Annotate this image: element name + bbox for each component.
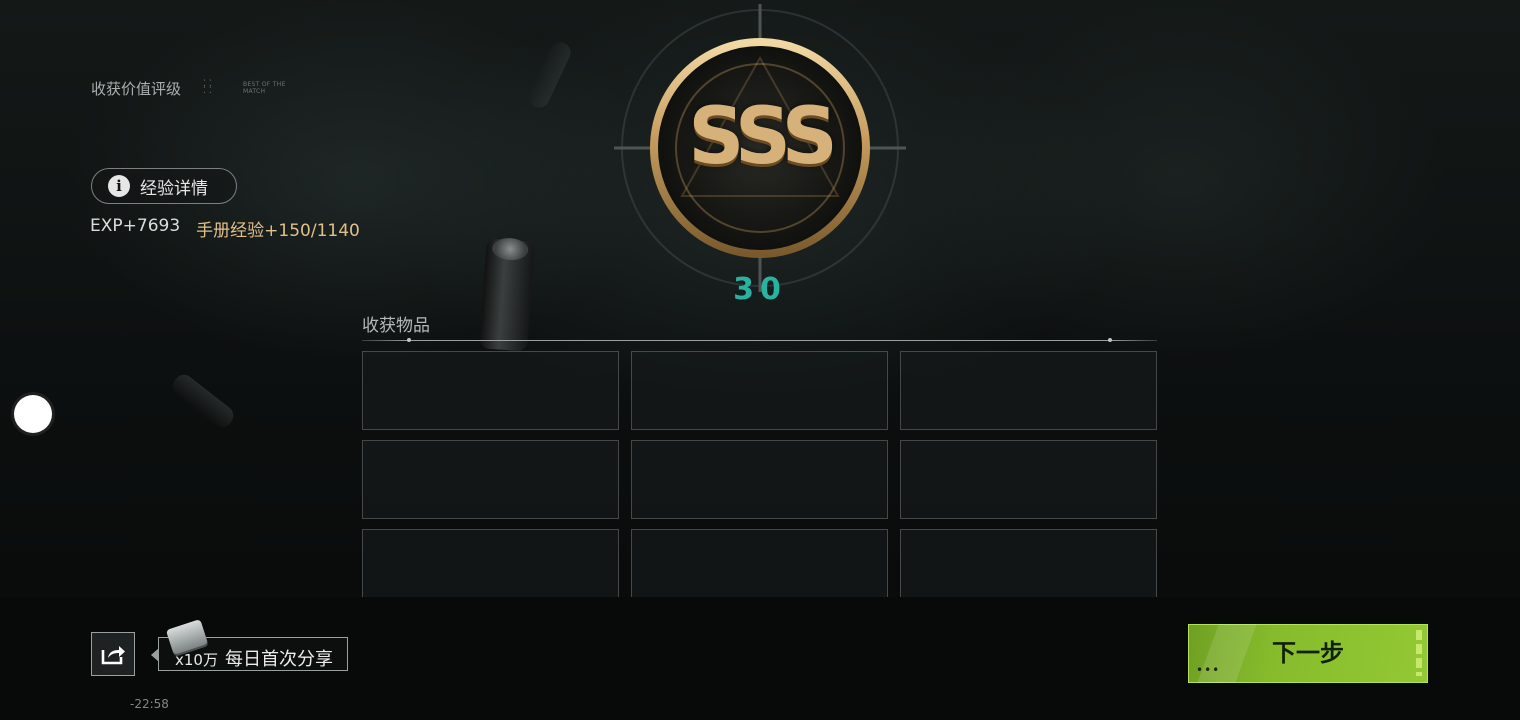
next-step-button[interactable]: 下一步 ••• [1188, 624, 1428, 683]
loot-slot[interactable] [900, 351, 1157, 430]
debris-decoration [526, 39, 574, 111]
loot-title: 收获物品 [362, 316, 430, 336]
reward-amount: x10万 [175, 651, 218, 669]
bullet-shell-decoration [479, 238, 535, 352]
loot-slot[interactable] [362, 440, 619, 519]
rating-label: 收获价值评级 [91, 80, 182, 98]
loot-slot[interactable] [362, 529, 619, 597]
next-step-label: 下一步 [1272, 639, 1344, 667]
handbook-exp: 手册经验+150/1140 [196, 221, 360, 241]
clock-text: -22:58 [130, 697, 169, 711]
exp-summary: EXP+7693 手册经验+150/1140 [90, 216, 360, 241]
corner-marks-icon: ⁚⁚ ⁚⁚ [203, 79, 215, 96]
floating-assistive-button[interactable] [14, 395, 52, 433]
loot-divider [362, 338, 1157, 342]
info-icon: i [108, 175, 130, 197]
loot-slot[interactable] [900, 529, 1157, 597]
stripe-decoration [1416, 630, 1422, 676]
share-icon [101, 646, 125, 665]
best-of-match-text: BEST OF THE MATCH [243, 81, 286, 95]
loot-slot[interactable] [900, 440, 1157, 519]
loot-slot[interactable] [631, 440, 888, 519]
share-reward-tip: x10万 每日首次分享 [151, 619, 348, 671]
share-button[interactable] [91, 632, 135, 676]
dots-decoration: ••• [1196, 663, 1221, 677]
match-result-screen: 收获价值评级 ⁚⁚ ⁚⁚ BEST OF THE MATCH i 经验详情 EX… [0, 0, 1520, 720]
loot-slot[interactable] [631, 351, 888, 430]
exp-detail-label: 经验详情 [140, 178, 208, 199]
bullet-casing-decoration [168, 370, 238, 432]
loot-grid [362, 351, 1157, 597]
exp-detail-button[interactable]: i 经验详情 [91, 168, 237, 204]
loot-slot[interactable] [631, 529, 888, 597]
rating-score: 30 [733, 272, 787, 307]
exp-value: EXP+7693 [90, 216, 181, 236]
grade-text: SSS [688, 92, 838, 182]
loot-slot[interactable] [362, 351, 619, 430]
reward-label: 每日首次分享 [225, 649, 333, 670]
